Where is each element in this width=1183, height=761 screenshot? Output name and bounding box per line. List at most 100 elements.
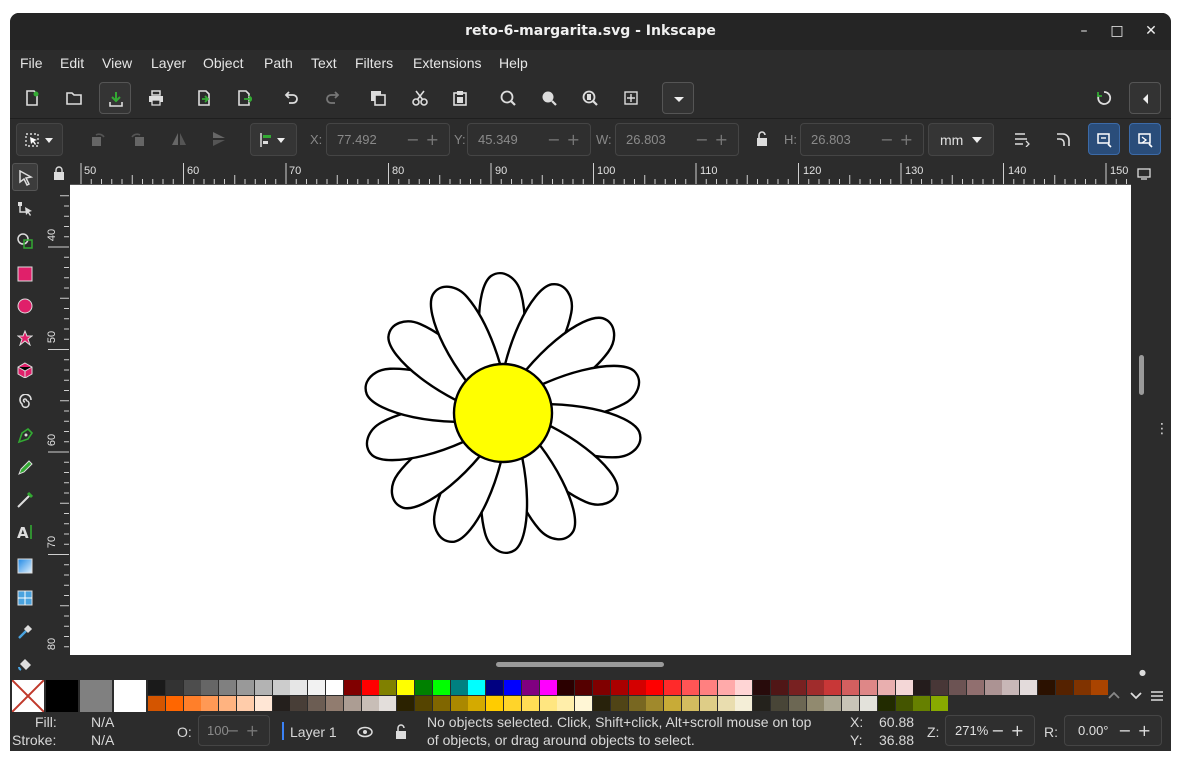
palette-top-swatch[interactable]	[183, 680, 201, 695]
palette-bottom-swatch[interactable]	[450, 696, 468, 711]
rotate-value[interactable]: 0.00°	[1078, 723, 1109, 738]
palette-top-swatch[interactable]	[806, 680, 824, 695]
selector-tool-icon[interactable]	[12, 163, 38, 191]
pen-tool-icon[interactable]	[12, 422, 38, 450]
scale-corners-icon[interactable]	[1048, 123, 1080, 155]
palette-bottom-swatch[interactable]	[343, 696, 361, 711]
palette-top-swatch[interactable]	[557, 680, 575, 695]
palette-bottom-swatch[interactable]	[415, 696, 432, 711]
palette-bottom-swatch[interactable]	[646, 696, 664, 711]
palette-top-swatch[interactable]	[1020, 680, 1038, 695]
palette-top-swatch[interactable]	[308, 680, 326, 695]
palette-top-swatch[interactable]	[432, 680, 450, 695]
mesh-tool-icon[interactable]	[12, 584, 38, 612]
calligraphy-tool-icon[interactable]	[12, 486, 38, 514]
palette-bottom-swatch[interactable]	[219, 696, 237, 711]
gray-swatch[interactable]	[80, 680, 112, 712]
palette-top-swatch[interactable]	[521, 680, 539, 695]
rotate-stepper[interactable]: −+	[1118, 721, 1157, 740]
w-value[interactable]: 26.803	[626, 132, 666, 147]
palette-top-swatch[interactable]	[486, 680, 504, 695]
palette-bottom-swatch[interactable]	[326, 696, 343, 711]
ellipse-tool-icon[interactable]	[12, 292, 38, 320]
vertical-ruler[interactable]: 40 50 60 70 80	[46, 185, 70, 655]
palette-top-swatch[interactable]	[966, 680, 984, 695]
palette-bottom-swatch[interactable]	[877, 696, 895, 711]
palette-top-swatch[interactable]	[468, 680, 486, 695]
no-paint-swatch[interactable]	[12, 680, 44, 712]
vertical-scrollbar[interactable]	[1139, 355, 1144, 395]
daisy-center[interactable]	[452, 362, 554, 464]
palette-bottom-swatch[interactable]	[183, 696, 201, 711]
new-document-icon[interactable]	[16, 82, 48, 114]
palette-top-swatch[interactable]	[984, 680, 1002, 695]
palette-top-swatch[interactable]	[913, 680, 931, 695]
palette-top-swatch[interactable]	[415, 680, 432, 695]
palette-bottom-swatch[interactable]	[610, 696, 628, 711]
horizontal-scrollbar[interactable]	[496, 662, 664, 667]
palette-top-swatch[interactable]	[379, 680, 397, 695]
palette-top-swatch[interactable]	[219, 680, 237, 695]
ruler-corner[interactable]	[48, 163, 70, 185]
fill-value[interactable]: N/A	[91, 714, 114, 730]
horizontal-ruler[interactable]: 50 60 70 80 90 100 110 120 130 140 150	[70, 163, 1131, 185]
flip-horizontal-icon[interactable]	[163, 123, 195, 155]
palette-bottom-swatch[interactable]	[557, 696, 575, 711]
palette-top-swatch[interactable]	[1055, 680, 1073, 695]
palette-top-swatch[interactable]	[931, 680, 949, 695]
rectangle-tool-icon[interactable]	[12, 260, 38, 288]
paint-bucket-tool-icon[interactable]	[12, 650, 38, 678]
palette-bottom-swatch[interactable]	[272, 696, 290, 711]
save-icon[interactable]	[99, 82, 131, 114]
dropper-tool-icon[interactable]	[12, 618, 38, 646]
redo-icon[interactable]	[317, 82, 349, 114]
palette-top-swatch[interactable]	[201, 680, 219, 695]
collapse-panel-chevron-left-icon[interactable]	[1129, 82, 1161, 114]
menu-help[interactable]: Help	[499, 55, 528, 71]
zoom-page-icon[interactable]	[574, 82, 606, 114]
palette-bottom-swatch[interactable]	[913, 696, 931, 711]
lock-proportions-icon[interactable]	[746, 123, 778, 155]
menu-layer[interactable]: Layer	[151, 55, 186, 71]
palette-top-swatch[interactable]	[860, 680, 877, 695]
palette-bottom-swatch[interactable]	[165, 696, 183, 711]
palette-bottom-swatch[interactable]	[254, 696, 272, 711]
zoom-selection-icon[interactable]	[492, 82, 524, 114]
rotate-cw-icon[interactable]	[122, 123, 154, 155]
palette-top-swatch[interactable]	[1002, 680, 1020, 695]
palette-bottom-swatch[interactable]	[308, 696, 326, 711]
palette-bottom-swatch[interactable]	[717, 696, 735, 711]
palette-top-swatch[interactable]	[895, 680, 913, 695]
3d-box-tool-icon[interactable]	[12, 356, 38, 384]
palette-bottom-swatch[interactable]	[486, 696, 504, 711]
pencil-tool-icon[interactable]	[12, 454, 38, 482]
palette-top-swatch[interactable]	[148, 680, 165, 695]
menu-object[interactable]: Object	[203, 55, 243, 71]
h-stepper[interactable]: −+	[880, 130, 919, 149]
palette-top-swatch[interactable]	[664, 680, 682, 695]
layer-lock-icon[interactable]	[394, 724, 408, 740]
palette-top-swatch[interactable]	[593, 680, 610, 695]
zoom-value[interactable]: 271%	[955, 723, 988, 738]
align-dropdown[interactable]	[250, 123, 297, 156]
export-icon[interactable]	[228, 82, 260, 114]
h-value[interactable]: 26.803	[811, 132, 851, 147]
close-button[interactable]: ✕	[1141, 21, 1161, 41]
move-gradients-icon[interactable]	[1088, 123, 1120, 155]
palette-bottom-swatch[interactable]	[290, 696, 308, 711]
palette-top-swatch[interactable]	[397, 680, 415, 695]
palette-top-swatch[interactable]	[717, 680, 735, 695]
palette-top-swatch[interactable]	[361, 680, 379, 695]
move-patterns-icon[interactable]	[1129, 123, 1161, 155]
palette-bottom-swatch[interactable]	[504, 696, 521, 711]
palette-bottom-swatch[interactable]	[771, 696, 788, 711]
menu-view[interactable]: View	[102, 55, 132, 71]
palette-top-swatch[interactable]	[824, 680, 842, 695]
palette-top-swatch[interactable]	[753, 680, 771, 695]
palette-top-swatch[interactable]	[450, 680, 468, 695]
palette-top-swatch[interactable]	[1091, 680, 1109, 695]
stroke-value[interactable]: N/A	[91, 732, 114, 748]
y-value[interactable]: 45.349	[478, 132, 518, 147]
x-value[interactable]: 77.492	[337, 132, 377, 147]
palette-top-swatch[interactable]	[290, 680, 308, 695]
